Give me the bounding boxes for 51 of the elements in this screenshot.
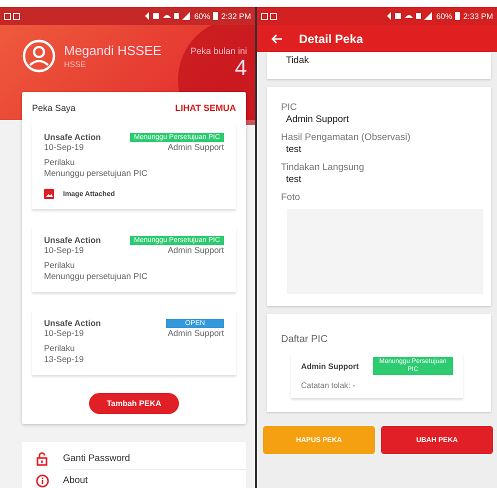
see-all-link[interactable]: LIHAT SEMUA xyxy=(175,103,236,113)
section-title: Daftar PIC xyxy=(281,334,329,345)
peka-category: Perilaku xyxy=(44,343,76,354)
notification-icon xyxy=(261,12,277,20)
peka-type: Unsafe Action xyxy=(44,235,101,245)
menu-item[interactable]: About xyxy=(63,470,246,488)
user-role: HSSE xyxy=(64,60,87,69)
back-arrow-icon[interactable] xyxy=(271,34,283,44)
signal-icons xyxy=(145,12,192,20)
peka-date: 10-Sep-19 xyxy=(44,245,84,256)
battery-icon xyxy=(455,12,460,20)
field-label: Tindakan Langsung xyxy=(281,162,366,173)
counter-label: Peka bulan ini xyxy=(190,46,247,56)
add-peka-button[interactable]: Tambah PEKA xyxy=(89,393,179,414)
screen-title: Detail Peka xyxy=(299,32,364,46)
user-name: Megandi HSSEE xyxy=(64,43,162,58)
peka-date: 10-Sep-19 xyxy=(44,142,84,153)
lock-icon xyxy=(36,452,49,466)
counter-value: 4 xyxy=(234,56,247,80)
info-icon xyxy=(36,474,49,488)
peka-category: Perilaku xyxy=(44,260,76,271)
peka-date: 10-Sep-19 xyxy=(44,328,84,339)
peka-note: Menunggu persetujuan PIC xyxy=(44,271,148,282)
peka-type: Unsafe Action xyxy=(44,318,101,328)
field-label: PIC xyxy=(281,102,298,113)
pic-name: Admin Support xyxy=(168,245,224,256)
field-value: Admin Support xyxy=(285,113,350,127)
field-value: test xyxy=(285,173,302,187)
rejection-note: Catatan tolak: - xyxy=(301,381,356,390)
battery-icon xyxy=(213,12,218,20)
image-icon xyxy=(44,189,54,199)
field-value: test xyxy=(285,143,302,157)
clock: 2:32 PM xyxy=(221,12,251,20)
notification-icon xyxy=(4,12,20,20)
menu-item[interactable]: Ganti Password xyxy=(63,448,246,470)
peka-type: Unsafe Action xyxy=(44,132,101,142)
field-label: Foto xyxy=(281,192,302,203)
peka-category: Perilaku xyxy=(44,157,76,168)
peka-note: Menunggu persetujuan PIC xyxy=(44,168,148,179)
battery-level: 60% xyxy=(436,12,452,20)
clock: 2:33 PM xyxy=(463,12,493,20)
signal-icons xyxy=(387,12,434,20)
field-value: Tidak xyxy=(285,54,310,68)
peka-note: 13-Sep-19 xyxy=(44,354,85,365)
pic-name: Admin Support xyxy=(301,362,359,370)
user-avatar-icon xyxy=(22,39,56,73)
battery-level: 60% xyxy=(194,12,210,20)
card-title: Peka Saya xyxy=(32,103,76,113)
pic-name: Admin Support xyxy=(168,328,224,339)
field-label: Hasil Pengamatan (Observasi) xyxy=(281,132,412,143)
pic-name: Admin Support xyxy=(168,142,224,153)
